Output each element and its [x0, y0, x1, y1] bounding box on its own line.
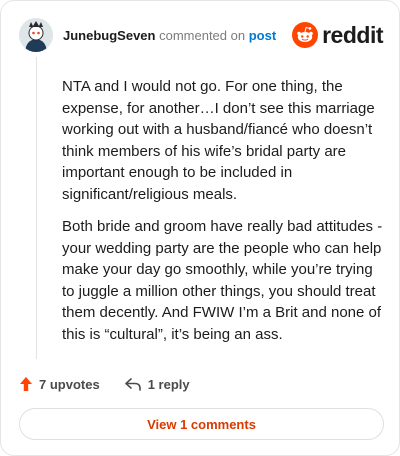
upvote-count: 7 upvotes: [39, 376, 100, 392]
upvote-button[interactable]: 7 upvotes: [19, 376, 100, 392]
reply-arrow-icon: [124, 378, 141, 391]
commented-on-text: commented on: [159, 27, 246, 43]
reddit-logo[interactable]: reddit: [292, 22, 383, 49]
comment-actions: 7 upvotes 1 reply: [19, 373, 190, 395]
upvote-arrow-icon: [20, 377, 32, 391]
user-avatar[interactable]: [19, 18, 53, 52]
comment-card: JunebugSeven commented on post reddit NT…: [0, 0, 400, 456]
reply-count: 1 reply: [147, 376, 190, 392]
view-comments-button[interactable]: View 1 comments: [19, 408, 384, 440]
comment-header: JunebugSeven commented on post reddit: [19, 17, 383, 53]
thread-line: [36, 57, 37, 359]
reddit-snoo-icon: [292, 22, 319, 48]
author-line: JunebugSeven commented on post: [63, 28, 292, 43]
comment-paragraph: Both bride and groom have really bad att…: [62, 218, 383, 343]
comment-paragraph: NTA and I would not go. For one thing, t…: [62, 78, 375, 203]
author-name[interactable]: JunebugSeven: [63, 28, 155, 43]
reply-button[interactable]: 1 reply: [124, 377, 190, 392]
post-link[interactable]: post: [249, 28, 276, 43]
reddit-wordmark: reddit: [322, 21, 383, 48]
comment-body: NTA and I would not go. For one thing, t…: [62, 76, 384, 356]
snoo-avatar-icon: [19, 18, 53, 52]
